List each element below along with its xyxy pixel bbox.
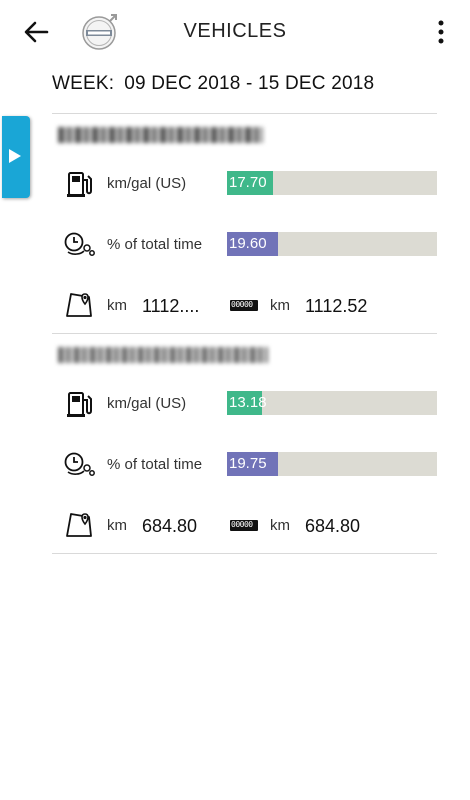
clock-time-icon (64, 452, 95, 476)
app-bar: VEHICLES (0, 0, 470, 62)
vehicle-name-blurred[interactable] (58, 347, 278, 369)
fuel-value: 17.70 (229, 174, 267, 191)
week-range: WEEK: 09 DEC 2018 - 15 DEC 2018 (52, 73, 374, 95)
fuel-pump-icon (67, 392, 92, 417)
page-title: VEHICLES (183, 20, 287, 42)
clock-time-icon (64, 232, 95, 256)
time-value: 19.60 (229, 235, 267, 252)
odometer-icon: 00000 (230, 520, 258, 531)
divider (52, 553, 437, 554)
time-label: % of total time (107, 456, 203, 473)
odometer-unit: km (270, 517, 290, 534)
fuel-label: km/gal (US) (107, 395, 187, 412)
overflow-menu-icon[interactable] (430, 18, 452, 46)
time-bar-track: 19.75 (227, 452, 437, 476)
drawer-toggle-tab[interactable] (2, 116, 30, 198)
fuel-label: km/gal (US) (107, 175, 187, 192)
route-map-icon (66, 513, 92, 537)
week-dates: 09 DEC 2018 - 15 DEC 2018 (124, 73, 375, 94)
distance-unit: km (107, 297, 127, 314)
fuel-bar-track: 17.70 (227, 171, 437, 195)
time-label: % of total time (107, 236, 203, 253)
distance-value: 1112.... (142, 296, 200, 316)
time-value: 19.75 (229, 455, 267, 472)
fuel-pump-icon (67, 172, 92, 197)
fuel-bar-track: 13.18 (227, 391, 437, 415)
fuel-value: 13.18 (229, 394, 267, 411)
distance-unit: km (107, 517, 127, 534)
play-arrow-icon (9, 149, 21, 163)
odometer-icon: 00000 (230, 300, 258, 311)
time-bar-track: 19.60 (227, 232, 437, 256)
distance-value: 684.80 (142, 516, 198, 536)
vehicle-name-blurred[interactable] (58, 127, 268, 149)
divider (52, 113, 437, 114)
week-label: WEEK: (52, 73, 115, 94)
divider (52, 333, 437, 334)
odometer-value: 684.80 (305, 516, 361, 536)
route-map-icon (66, 293, 92, 317)
odometer-value: 1112.52 (305, 296, 368, 316)
odometer-unit: km (270, 297, 290, 314)
